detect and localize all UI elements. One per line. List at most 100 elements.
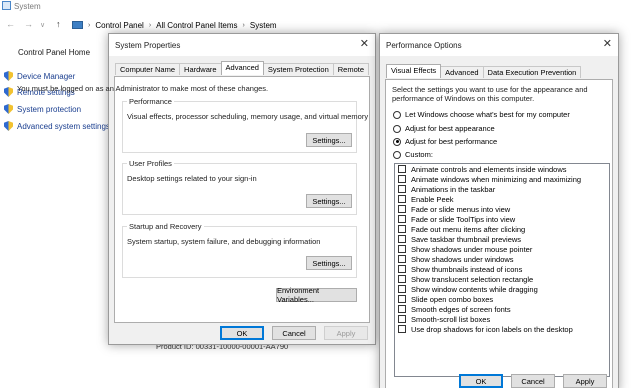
checkbox-icon[interactable] [398,215,406,223]
tab-system-protection[interactable]: System Protection [262,63,334,75]
checkbox-icon[interactable] [398,195,406,203]
ok-button[interactable]: OK [459,374,503,388]
checkbox-item[interactable]: Show translucent selection rectangle [395,274,609,284]
radio-label: Custom: [405,150,433,159]
checkbox-item[interactable]: Fade or slide menus into view [395,204,609,214]
group-legend: User Profiles [127,159,174,168]
tab-computer-name[interactable]: Computer Name [115,63,181,75]
cancel-button[interactable]: Cancel [511,374,555,388]
environment-variables-button[interactable]: Environment Variables... [276,286,357,304]
checkbox-item[interactable]: Show shadows under mouse pointer [395,244,609,254]
radio-selected-icon [393,137,401,146]
chevron-right-icon[interactable]: › [243,22,245,29]
cancel-button[interactable]: Cancel [272,326,316,340]
sidebar-item-advanced-system-settings[interactable]: Advanced system settings [4,121,110,131]
window-titlebar: System [0,0,640,14]
checkbox-icon[interactable] [398,255,406,263]
tab-hardware[interactable]: Hardware [179,63,222,75]
checkbox-item[interactable]: Fade or slide ToolTips into view [395,214,609,224]
forward-arrow-icon[interactable]: → [24,19,33,29]
tab-advanced[interactable]: Advanced [440,66,484,78]
apply-button[interactable]: Apply [563,374,607,388]
checkbox-icon[interactable] [398,235,406,243]
breadcrumb-control-panel[interactable]: Control Panel [95,21,143,30]
checkbox-icon[interactable] [398,165,406,173]
chevron-right-icon[interactable]: › [149,22,151,29]
checkbox-icon[interactable] [398,275,406,283]
checkbox-label: Fade out menu items after clicking [411,224,526,234]
close-icon[interactable]: ✕ [603,38,612,50]
checkbox-item[interactable]: Use drop shadows for icon labels on the … [395,324,609,334]
checkbox-icon[interactable] [398,225,406,233]
group-description: Visual effects, processor scheduling, me… [127,112,369,121]
tab-advanced[interactable]: Advanced [220,61,264,75]
tab-data-execution-prevention[interactable]: Data Execution Prevention [482,66,582,78]
user-profiles-settings-button[interactable]: Settings... [306,194,352,208]
radio-label: Adjust for best performance [405,137,498,146]
checkbox-label: Slide open combo boxes [411,294,494,304]
sidebar-item-device-manager[interactable]: Device Manager [4,71,75,81]
checkbox-icon[interactable] [398,205,406,213]
checkbox-icon[interactable] [398,175,406,183]
checkbox-icon[interactable] [398,315,406,323]
checkbox-label: Enable Peek [411,194,454,204]
checkbox-item[interactable]: Smooth edges of screen fonts [395,304,609,314]
shield-icon [4,121,13,131]
radio-custom[interactable]: Custom: [393,150,433,159]
startup-recovery-settings-button[interactable]: Settings... [306,256,352,270]
visual-effects-checklist[interactable]: Animate controls and elements inside win… [394,163,610,377]
sidebar-item-system-protection[interactable]: System protection [4,104,81,114]
apply-button[interactable]: Apply [324,326,368,340]
close-icon[interactable]: ✕ [360,38,369,50]
checkbox-item[interactable]: Show window contents while dragging [395,284,609,294]
checkbox-label: Show thumbnails instead of icons [411,264,523,274]
checkbox-item[interactable]: Animate windows when minimizing and maxi… [395,174,609,184]
up-arrow-icon[interactable]: ↑ [56,19,61,29]
system-window-icon [2,1,11,10]
admin-note: You must be logged on as an Administrato… [17,84,269,93]
radio-icon [393,150,401,159]
breadcrumb-all-items[interactable]: All Control Panel Items [156,21,237,30]
sidebar-item-label: System protection [17,104,82,114]
recent-dropdown-icon[interactable]: ∨ [40,21,45,31]
checkbox-icon[interactable] [398,325,406,333]
checkbox-icon[interactable] [398,185,406,193]
dialog-titlebar[interactable]: System Properties ✕ [109,34,375,56]
checkbox-item[interactable]: Fade out menu items after clicking [395,224,609,234]
radio-best-performance[interactable]: Adjust for best performance [393,137,497,146]
ok-button[interactable]: OK [220,326,264,340]
control-panel-home-link[interactable]: Control Panel Home [18,48,90,57]
checkbox-item[interactable]: Slide open combo boxes [395,294,609,304]
checkbox-icon[interactable] [398,305,406,313]
radio-icon [393,124,401,133]
radio-best-appearance[interactable]: Adjust for best appearance [393,124,495,133]
checkbox-item[interactable]: Show thumbnails instead of icons [395,264,609,274]
checkbox-icon[interactable] [398,285,406,293]
checkbox-item[interactable]: Save taskbar thumbnail previews [395,234,609,244]
checkbox-item[interactable]: Animations in the taskbar [395,184,609,194]
breadcrumb-system[interactable]: System [250,21,277,30]
breadcrumb[interactable]: › Control Panel › All Control Panel Item… [72,19,277,31]
back-arrow-icon[interactable]: ← [6,19,15,29]
checkbox-item[interactable]: Show shadows under windows [395,254,609,264]
radio-label: Adjust for best appearance [405,124,495,133]
group-description: Desktop settings related to your sign-in [127,174,257,183]
checkbox-icon[interactable] [398,295,406,303]
checkbox-item[interactable]: Smooth-scroll list boxes [395,314,609,324]
radio-label: Let Windows choose what's best for my co… [405,110,570,119]
radio-icon [393,110,401,119]
shield-icon [4,87,13,97]
chevron-right-icon[interactable]: › [88,22,90,29]
checkbox-item[interactable]: Enable Peek [395,194,609,204]
checkbox-item[interactable]: Animate controls and elements inside win… [395,164,609,174]
checkbox-label: Fade or slide ToolTips into view [411,214,516,224]
checkbox-icon[interactable] [398,265,406,273]
checkbox-icon[interactable] [398,245,406,253]
tab-visual-effects[interactable]: Visual Effects [386,64,442,78]
sidebar-item-label: Advanced system settings [17,121,110,131]
dialog-titlebar[interactable]: Performance Options ✕ [380,34,618,56]
tab-remote[interactable]: Remote [332,63,370,75]
radio-let-windows-choose[interactable]: Let Windows choose what's best for my co… [393,110,570,119]
performance-settings-button[interactable]: Settings... [306,133,352,147]
sidebar-item-label: Device Manager [17,71,76,81]
